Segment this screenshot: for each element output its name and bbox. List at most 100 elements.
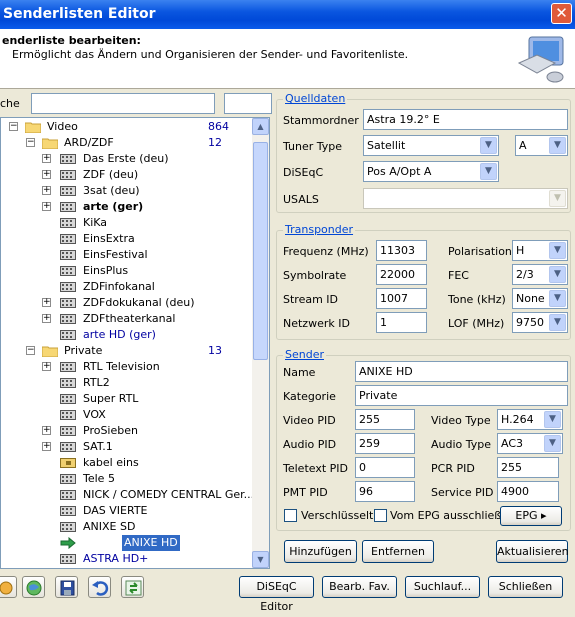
audio-type-select[interactable]: AC3 ▼	[497, 433, 563, 454]
video-type-select[interactable]: H.264 ▼	[497, 409, 563, 430]
diseqc-editor-button[interactable]: DiSEqC Editor	[239, 576, 314, 613]
scroll-thumb[interactable]	[253, 142, 268, 360]
channel-row[interactable]: + ProSieben	[42, 423, 254, 439]
stream-id-field[interactable]: 1007	[376, 288, 427, 309]
channel-row[interactable]: Super RTL	[42, 391, 254, 407]
frequenz-field[interactable]: 11303	[376, 240, 427, 261]
channel-row[interactable]: arte HD (ger)	[42, 327, 254, 343]
search-option-input[interactable]	[224, 93, 272, 114]
scroll-down-icon[interactable]: ▼	[252, 551, 269, 568]
channel-row[interactable]: + ZDFtheaterkanal	[42, 311, 254, 327]
diseqc-select[interactable]: Pos A/Opt A ▼	[363, 161, 499, 182]
usals-select[interactable]: ▼	[363, 188, 568, 209]
chevron-down-icon[interactable]: ▼	[549, 137, 566, 154]
chevron-down-icon[interactable]: ▼	[549, 242, 566, 259]
sync-icon[interactable]	[121, 576, 144, 598]
service-pid-field[interactable]: 4900	[497, 481, 559, 502]
collapse-icon[interactable]: −	[26, 346, 35, 355]
expand-icon[interactable]: +	[42, 314, 51, 323]
satellite-icon[interactable]	[0, 576, 17, 598]
tree-node-ardzdf[interactable]: − ARD/ZDF 12	[26, 135, 254, 151]
channel-row[interactable]: DAS VIERTE	[42, 503, 254, 519]
pcr-pid-field[interactable]: 255	[497, 457, 559, 478]
symbolrate-field[interactable]: 22000	[376, 264, 427, 285]
channel-row[interactable]: + Das Erste (deu)	[42, 151, 254, 167]
channel-row[interactable]: ANIXE SD	[42, 519, 254, 535]
channel-row[interactable]: + RTL Television	[42, 359, 254, 375]
audio-pid-field[interactable]: 259	[355, 433, 415, 454]
tuner-type-select[interactable]: Satellit ▼	[363, 135, 499, 156]
expand-icon[interactable]: +	[42, 298, 51, 307]
channel-row[interactable]: EinsFestival	[42, 247, 254, 263]
netzwerk-id-field[interactable]: 1	[376, 312, 427, 333]
channel-row[interactable]: ZDFinfokanal	[42, 279, 254, 295]
channel-row[interactable]: + arte (ger)	[42, 199, 254, 215]
polarisation-select[interactable]: H ▼	[512, 240, 568, 261]
expand-icon[interactable]: +	[42, 362, 51, 371]
kategorie-field[interactable]: Private	[355, 385, 568, 406]
teletext-pid-field[interactable]: 0	[355, 457, 415, 478]
tree-node-video[interactable]: − Video 864	[9, 119, 254, 135]
tree-node-private[interactable]: − Private 13	[26, 343, 254, 359]
expand-icon[interactable]: +	[42, 186, 51, 195]
channel-row[interactable]: + ZDFdokukanal (deu)	[42, 295, 254, 311]
tone-select[interactable]: None ▼	[512, 288, 568, 309]
channel-row[interactable]: KiKa	[42, 215, 254, 231]
channel-row[interactable]: RTL2	[42, 375, 254, 391]
channel-row[interactable]: VOX	[42, 407, 254, 423]
channel-label: ZDFinfokanal	[83, 280, 155, 293]
chevron-down-icon[interactable]: ▼	[549, 190, 566, 207]
channel-row[interactable]: ANIXE HD	[42, 535, 254, 551]
channel-row[interactable]: + ZDF (deu)	[42, 167, 254, 183]
refresh-button[interactable]: Aktualisieren	[496, 540, 569, 563]
channel-row[interactable]: Tele 5	[42, 471, 254, 487]
expand-icon[interactable]: +	[42, 426, 51, 435]
search-input[interactable]	[31, 93, 215, 114]
expand-icon[interactable]: +	[42, 442, 51, 451]
channel-label: 3sat (deu)	[83, 184, 140, 197]
close-window-button[interactable]: ✕	[551, 3, 572, 24]
fec-select[interactable]: 2/3 ▼	[512, 264, 568, 285]
undo-icon[interactable]	[88, 576, 111, 598]
channel-row[interactable]: ASTRA HD+	[42, 551, 254, 567]
lof-select[interactable]: 9750 ▼	[512, 312, 568, 333]
channel-row[interactable]: + SAT.1	[42, 439, 254, 455]
collapse-icon[interactable]: −	[26, 138, 35, 147]
tv-channel-icon	[60, 473, 76, 485]
chevron-down-icon[interactable]: ▼	[480, 137, 497, 154]
expand-icon[interactable]: +	[42, 170, 51, 179]
tuner-slot-select[interactable]: A ▼	[515, 135, 568, 156]
pmt-pid-field[interactable]: 96	[355, 481, 415, 502]
save-icon[interactable]	[55, 576, 78, 598]
chevron-down-icon[interactable]: ▼	[549, 266, 566, 283]
tree-scrollbar[interactable]: ▲ ▼	[252, 118, 269, 568]
channel-row[interactable]: NICK / COMEDY CENTRAL Ger...	[42, 487, 254, 503]
video-pid-field[interactable]: 255	[355, 409, 415, 430]
scan-button[interactable]: Suchlauf...	[405, 576, 480, 598]
channel-tree[interactable]: − Video 864 − ARD/ZDF 12 + Das Erste (deu…	[0, 117, 270, 569]
verschluesselt-checkbox[interactable]	[284, 509, 297, 522]
epg-button[interactable]: EPG ▸	[500, 506, 562, 526]
channel-row[interactable]: kabel eins	[42, 455, 254, 471]
tuner-type-label: Tuner Type	[283, 140, 343, 153]
name-field[interactable]: ANIXE HD	[355, 361, 568, 382]
chevron-down-icon[interactable]: ▼	[480, 163, 497, 180]
collapse-icon[interactable]: −	[9, 122, 18, 131]
chevron-down-icon[interactable]: ▼	[544, 435, 561, 452]
add-button[interactable]: Hinzufügen	[284, 540, 357, 563]
remove-button[interactable]: Entfernen	[362, 540, 434, 563]
scroll-up-icon[interactable]: ▲	[252, 118, 269, 135]
expand-icon[interactable]: +	[42, 154, 51, 163]
expand-icon[interactable]: +	[42, 202, 51, 211]
chevron-down-icon[interactable]: ▼	[544, 411, 561, 428]
globe-icon[interactable]	[22, 576, 45, 598]
channel-row[interactable]: +3sat (deu)	[42, 183, 254, 199]
edit-favorites-button[interactable]: Bearb. Fav.	[322, 576, 397, 598]
channel-row[interactable]: EinsExtra	[42, 231, 254, 247]
chevron-down-icon[interactable]: ▼	[549, 314, 566, 331]
epg-exclude-checkbox[interactable]	[374, 509, 387, 522]
stammordner-field[interactable]: Astra 19.2° E	[363, 109, 568, 130]
close-button[interactable]: Schließen	[488, 576, 563, 598]
chevron-down-icon[interactable]: ▼	[549, 290, 566, 307]
channel-row[interactable]: EinsPlus	[42, 263, 254, 279]
